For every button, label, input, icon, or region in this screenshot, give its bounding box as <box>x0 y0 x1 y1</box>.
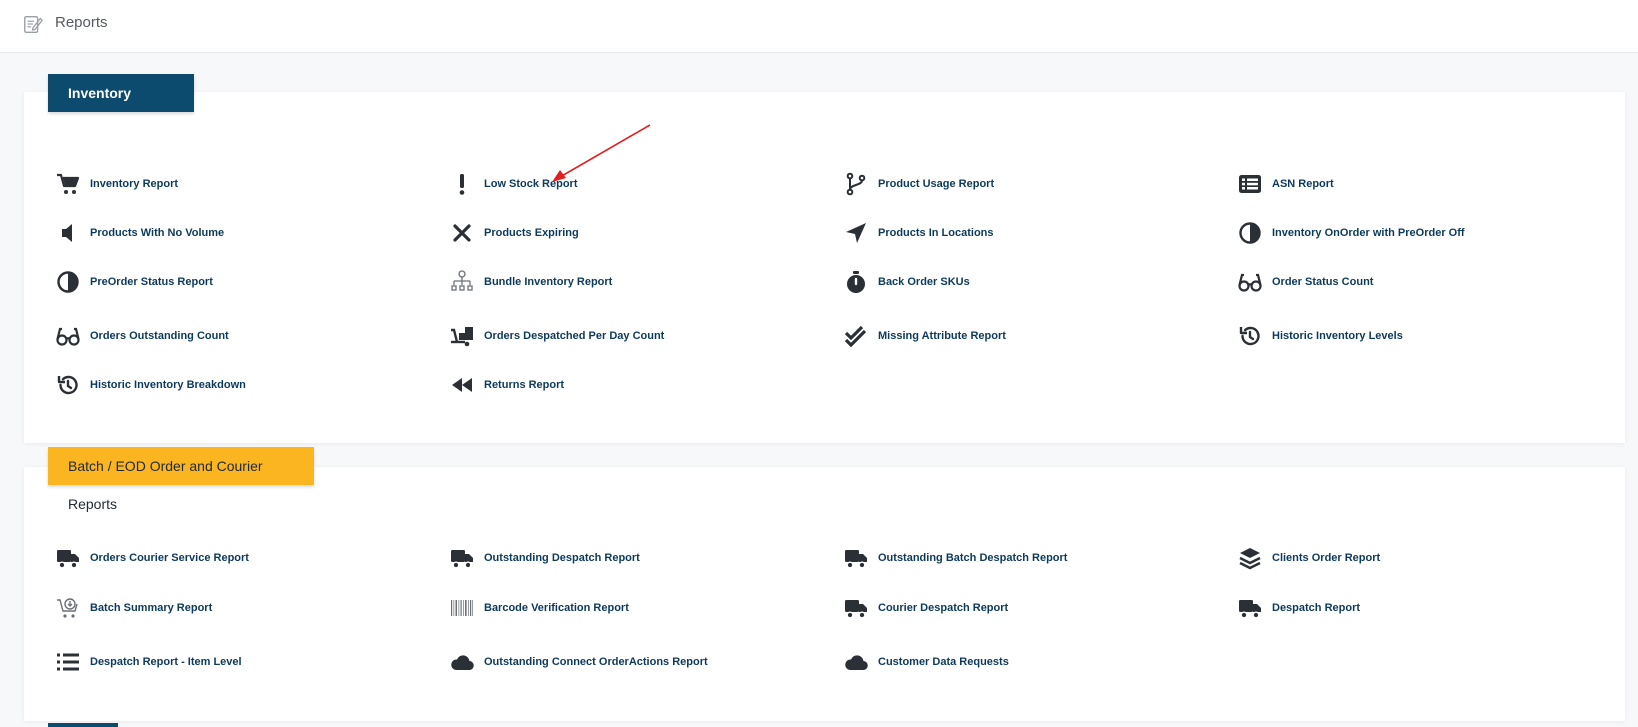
glasses-icon <box>1237 269 1263 295</box>
cloud-icon <box>449 649 475 675</box>
report-link-label: Clients Order Report <box>1272 552 1381 564</box>
report-link-returns-report[interactable]: Returns Report <box>449 372 564 398</box>
truck-icon <box>843 545 869 571</box>
report-link-label: Products With No Volume <box>90 227 225 239</box>
report-link-label: Courier Despatch Report <box>878 602 1009 614</box>
report-link-orders-outstanding-count[interactable]: Orders Outstanding Count <box>55 323 229 349</box>
truck-icon <box>843 595 869 621</box>
truck-icon <box>1237 595 1263 621</box>
report-link-label: Orders Despatched Per Day Count <box>484 330 665 342</box>
report-link-label: Orders Outstanding Count <box>90 330 229 342</box>
report-link-label: Despatch Report - Item Level <box>90 656 242 668</box>
next-section-badge <box>48 723 118 727</box>
list-alt-icon <box>1237 171 1263 197</box>
batch-courier-reports-panel <box>24 467 1625 721</box>
report-link-outstanding-batch-despatch-report[interactable]: Outstanding Batch Despatch Report <box>843 545 1067 571</box>
report-link-orders-courier-service-report[interactable]: Orders Courier Service Report <box>55 545 249 571</box>
report-link-label: Outstanding Connect OrderActions Report <box>484 656 708 668</box>
truck-icon <box>55 545 81 571</box>
report-link-label: Customer Data Requests <box>878 656 1009 668</box>
volume-off-icon <box>55 220 81 246</box>
report-link-label: PreOrder Status Report <box>90 276 213 288</box>
report-link-label: Outstanding Despatch Report <box>484 552 640 564</box>
report-link-label: Order Status Count <box>1272 276 1374 288</box>
report-link-inventory-onorder-with-preorder-off[interactable]: Inventory OnOrder with PreOrder Off <box>1237 220 1465 246</box>
list-icon <box>55 649 81 675</box>
history-icon <box>1237 323 1263 349</box>
page-header: Reports <box>0 0 1638 53</box>
report-link-label: Inventory OnOrder with PreOrder Off <box>1272 227 1465 239</box>
exclamation-icon <box>449 171 475 197</box>
report-link-back-order-skus[interactable]: Back Order SKUs <box>843 269 970 295</box>
cloud-icon <box>843 649 869 675</box>
report-link-label: Missing Attribute Report <box>878 330 1006 342</box>
barcode-icon <box>449 595 475 621</box>
report-link-barcode-verification-report[interactable]: Barcode Verification Report <box>449 595 629 621</box>
report-link-label: Historic Inventory Breakdown <box>90 379 246 391</box>
dolly-icon <box>449 323 475 349</box>
report-link-low-stock-report[interactable]: Low Stock Report <box>449 171 578 197</box>
report-link-clients-order-report[interactable]: Clients Order Report <box>1237 545 1380 571</box>
report-link-label: Inventory Report <box>90 178 179 190</box>
report-link-label: Barcode Verification Report <box>484 602 629 614</box>
report-link-label: Returns Report <box>484 379 565 391</box>
report-link-bundle-inventory-report[interactable]: Bundle Inventory Report <box>449 269 612 295</box>
report-link-label: Historic Inventory Levels <box>1272 330 1403 342</box>
report-link-despatch-report[interactable]: Despatch Report <box>1237 595 1360 621</box>
report-link-historic-inventory-levels[interactable]: Historic Inventory Levels <box>1237 323 1403 349</box>
report-link-orders-despatched-per-day-count[interactable]: Orders Despatched Per Day Count <box>449 323 664 349</box>
report-link-courier-despatch-report[interactable]: Courier Despatch Report <box>843 595 1008 621</box>
report-link-label: Products Expiring <box>484 227 579 239</box>
report-link-products-with-no-volume[interactable]: Products With No Volume <box>55 220 224 246</box>
report-link-order-status-count[interactable]: Order Status Count <box>1237 269 1373 295</box>
report-link-historic-inventory-breakdown[interactable]: Historic Inventory Breakdown <box>55 372 246 398</box>
report-link-label: ASN Report <box>1272 178 1334 190</box>
page-title: Reports <box>55 14 108 31</box>
report-link-label: Orders Courier Service Report <box>90 552 249 564</box>
code-branch-icon <box>843 171 869 197</box>
history-icon <box>55 372 81 398</box>
times-icon <box>449 220 475 246</box>
inventory-reports-heading: Inventory Reports <box>48 74 194 139</box>
report-link-missing-attribute-report[interactable]: Missing Attribute Report <box>843 323 1006 349</box>
location-arrow-icon <box>843 220 869 246</box>
sitemap-icon <box>449 269 475 295</box>
adjust-icon <box>1237 220 1263 246</box>
edit-report-icon <box>24 15 44 33</box>
cart-download-icon <box>55 595 81 621</box>
report-link-preorder-status-report[interactable]: PreOrder Status Report <box>55 269 213 295</box>
report-link-despatch-report-item-level[interactable]: Despatch Report - Item Level <box>55 649 242 675</box>
report-link-products-expiring[interactable]: Products Expiring <box>449 220 579 246</box>
report-link-inventory-report[interactable]: Inventory Report <box>55 171 178 197</box>
report-link-outstanding-connect-orderactions-report[interactable]: Outstanding Connect OrderActions Report <box>449 649 708 675</box>
report-link-label: Products In Locations <box>878 227 994 239</box>
check-double-icon <box>843 323 869 349</box>
report-link-batch-summary-report[interactable]: Batch Summary Report <box>55 595 212 621</box>
report-link-label: Batch Summary Report <box>90 602 213 614</box>
report-link-label: Outstanding Batch Despatch Report <box>878 552 1068 564</box>
report-link-label: Product Usage Report <box>878 178 995 190</box>
batch-courier-reports-heading: Batch / EOD Order and Courier Reports <box>48 447 314 512</box>
report-link-products-in-locations[interactable]: Products In Locations <box>843 220 994 246</box>
cart-icon <box>55 171 81 197</box>
backward-icon <box>449 372 475 398</box>
report-link-label: Low Stock Report <box>484 178 578 190</box>
glasses-icon <box>55 323 81 349</box>
report-link-customer-data-requests[interactable]: Customer Data Requests <box>843 649 1009 675</box>
truck-icon <box>449 545 475 571</box>
report-link-outstanding-despatch-report[interactable]: Outstanding Despatch Report <box>449 545 640 571</box>
report-link-product-usage-report[interactable]: Product Usage Report <box>843 171 994 197</box>
stopwatch-icon <box>843 269 869 295</box>
report-link-label: Back Order SKUs <box>878 276 970 288</box>
inventory-reports-panel <box>24 92 1625 443</box>
adjust-icon <box>55 269 81 295</box>
report-link-asn-report[interactable]: ASN Report <box>1237 171 1334 197</box>
layer-group-icon <box>1237 545 1263 571</box>
report-link-label: Bundle Inventory Report <box>484 276 613 288</box>
report-link-label: Despatch Report <box>1272 602 1361 614</box>
